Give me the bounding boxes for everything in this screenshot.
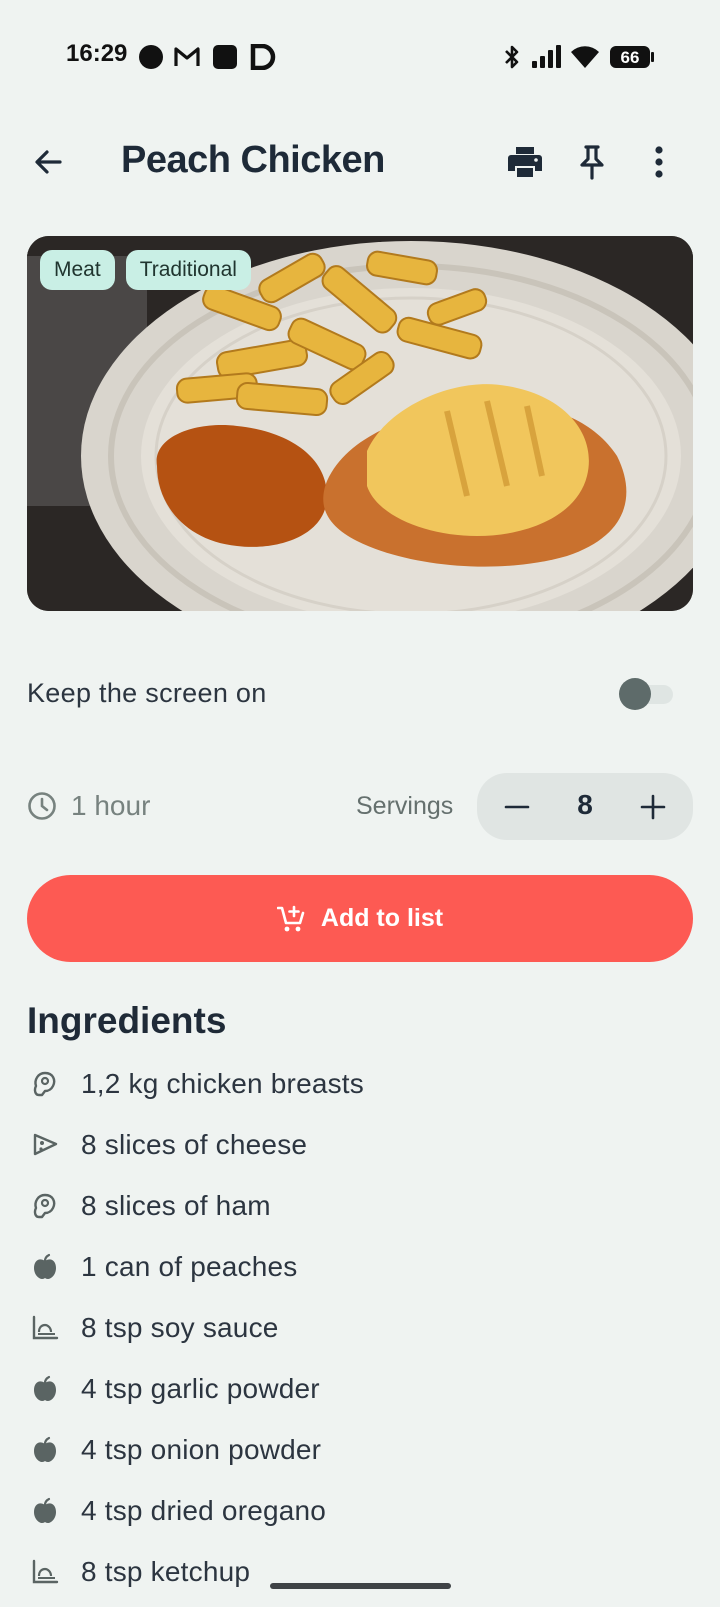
- cellular-signal-icon: [531, 44, 561, 75]
- battery-icon: 66: [609, 45, 655, 74]
- minus-icon: [504, 805, 530, 809]
- clock-icon: [28, 792, 56, 820]
- pin-icon: [580, 145, 604, 180]
- app-square-icon: [212, 44, 238, 75]
- meat-icon: [33, 1193, 56, 1219]
- servings-label: Servings: [356, 792, 454, 820]
- battery-level: 66: [621, 48, 640, 67]
- ingredient-text: 8 tsp soy sauce: [81, 1312, 279, 1343]
- add-shopping-cart-icon: [276, 905, 305, 931]
- ingredient-item[interactable]: 4 tsp dried oregano: [27, 1483, 693, 1544]
- ingredient-text: 8 slices of ham: [81, 1190, 271, 1221]
- ingredient-text: 4 tsp onion powder: [81, 1434, 322, 1465]
- ingredient-item[interactable]: 1,2 kg chicken breasts: [27, 1056, 693, 1117]
- produce-icon: [34, 1375, 56, 1401]
- recipe-photo: Meat Traditional: [27, 236, 693, 611]
- servings-stepper: 8: [477, 773, 693, 840]
- plus-icon: [640, 794, 666, 820]
- ingredients-list: 1,2 kg chicken breasts 8 slices of cheese…: [27, 1056, 693, 1605]
- add-to-list-button[interactable]: Add to list: [27, 875, 693, 962]
- gmail-icon: [173, 44, 201, 75]
- cook-time: 1 hour: [71, 790, 151, 821]
- ingredient-item[interactable]: 4 tsp onion powder: [27, 1422, 693, 1483]
- keep-screen-on-row[interactable]: Keep the screen on: [27, 660, 693, 728]
- recipe-meta-row: 1 hour Servings 8: [27, 772, 693, 840]
- status-bar: 16:29 66: [0, 0, 720, 115]
- ingredients-heading: Ingredients: [27, 1000, 227, 1041]
- record-dot-icon: [138, 44, 164, 75]
- more-vert-icon: [655, 146, 663, 178]
- toggle-thumb: [619, 678, 651, 710]
- ingredient-item[interactable]: 8 slices of ham: [27, 1178, 693, 1239]
- produce-icon: [34, 1436, 56, 1462]
- servings-value: 8: [577, 789, 593, 820]
- home-indicator[interactable]: [270, 1583, 451, 1589]
- wifi-icon: [570, 44, 600, 75]
- condiment-icon: [32, 1559, 59, 1584]
- page-title: Peach Chicken: [121, 139, 385, 181]
- bluetooth-icon: [502, 44, 522, 75]
- status-time: 16:29: [66, 40, 128, 67]
- tag-chip[interactable]: Traditional: [125, 250, 251, 290]
- pin-button[interactable]: [568, 138, 616, 186]
- app-bar: Peach Chicken: [0, 130, 720, 196]
- ingredient-text: 1,2 kg chicken breasts: [81, 1068, 364, 1099]
- recipe-photo-illustration: [27, 236, 693, 611]
- ingredient-text: 4 tsp dried oregano: [81, 1495, 327, 1526]
- cheese-icon: [33, 1133, 58, 1156]
- back-button[interactable]: [24, 138, 72, 186]
- increase-servings-button[interactable]: [629, 783, 677, 831]
- ingredient-text: 1 can of peaches: [81, 1251, 298, 1282]
- condiment-icon: [32, 1315, 59, 1340]
- ingredient-item[interactable]: 8 tsp soy sauce: [27, 1300, 693, 1361]
- keep-screen-on-toggle[interactable]: [619, 678, 675, 710]
- ingredient-item[interactable]: 1 can of peaches: [27, 1239, 693, 1300]
- ingredient-text: 8 tsp ketchup: [81, 1556, 251, 1587]
- ingredient-item[interactable]: 8 slices of cheese: [27, 1117, 693, 1178]
- tag-list: Meat Traditional: [40, 250, 251, 290]
- d-app-icon: [249, 43, 277, 75]
- ingredient-text: 8 slices of cheese: [81, 1129, 308, 1160]
- add-to-list-label: Add to list: [320, 904, 444, 932]
- ingredient-text: 4 tsp garlic powder: [81, 1373, 320, 1404]
- recipe-screen: 16:29 66 Peach Chicken Meat Traditional …: [0, 0, 720, 1607]
- keep-screen-on-label: Keep the screen on: [27, 678, 267, 708]
- produce-icon: [34, 1497, 56, 1523]
- arrow-back-icon: [35, 150, 62, 174]
- meat-icon: [33, 1071, 56, 1097]
- more-options-button[interactable]: [635, 138, 683, 186]
- tag-chip[interactable]: Meat: [40, 250, 115, 290]
- ingredient-item[interactable]: 4 tsp garlic powder: [27, 1361, 693, 1422]
- produce-icon: [34, 1253, 56, 1279]
- decrease-servings-button[interactable]: [493, 783, 541, 831]
- print-icon: [508, 147, 542, 177]
- ingredient-item[interactable]: 8 tsp ketchup: [27, 1544, 693, 1605]
- print-button[interactable]: [501, 138, 549, 186]
- add-to-list-content: Add to list: [276, 904, 444, 933]
